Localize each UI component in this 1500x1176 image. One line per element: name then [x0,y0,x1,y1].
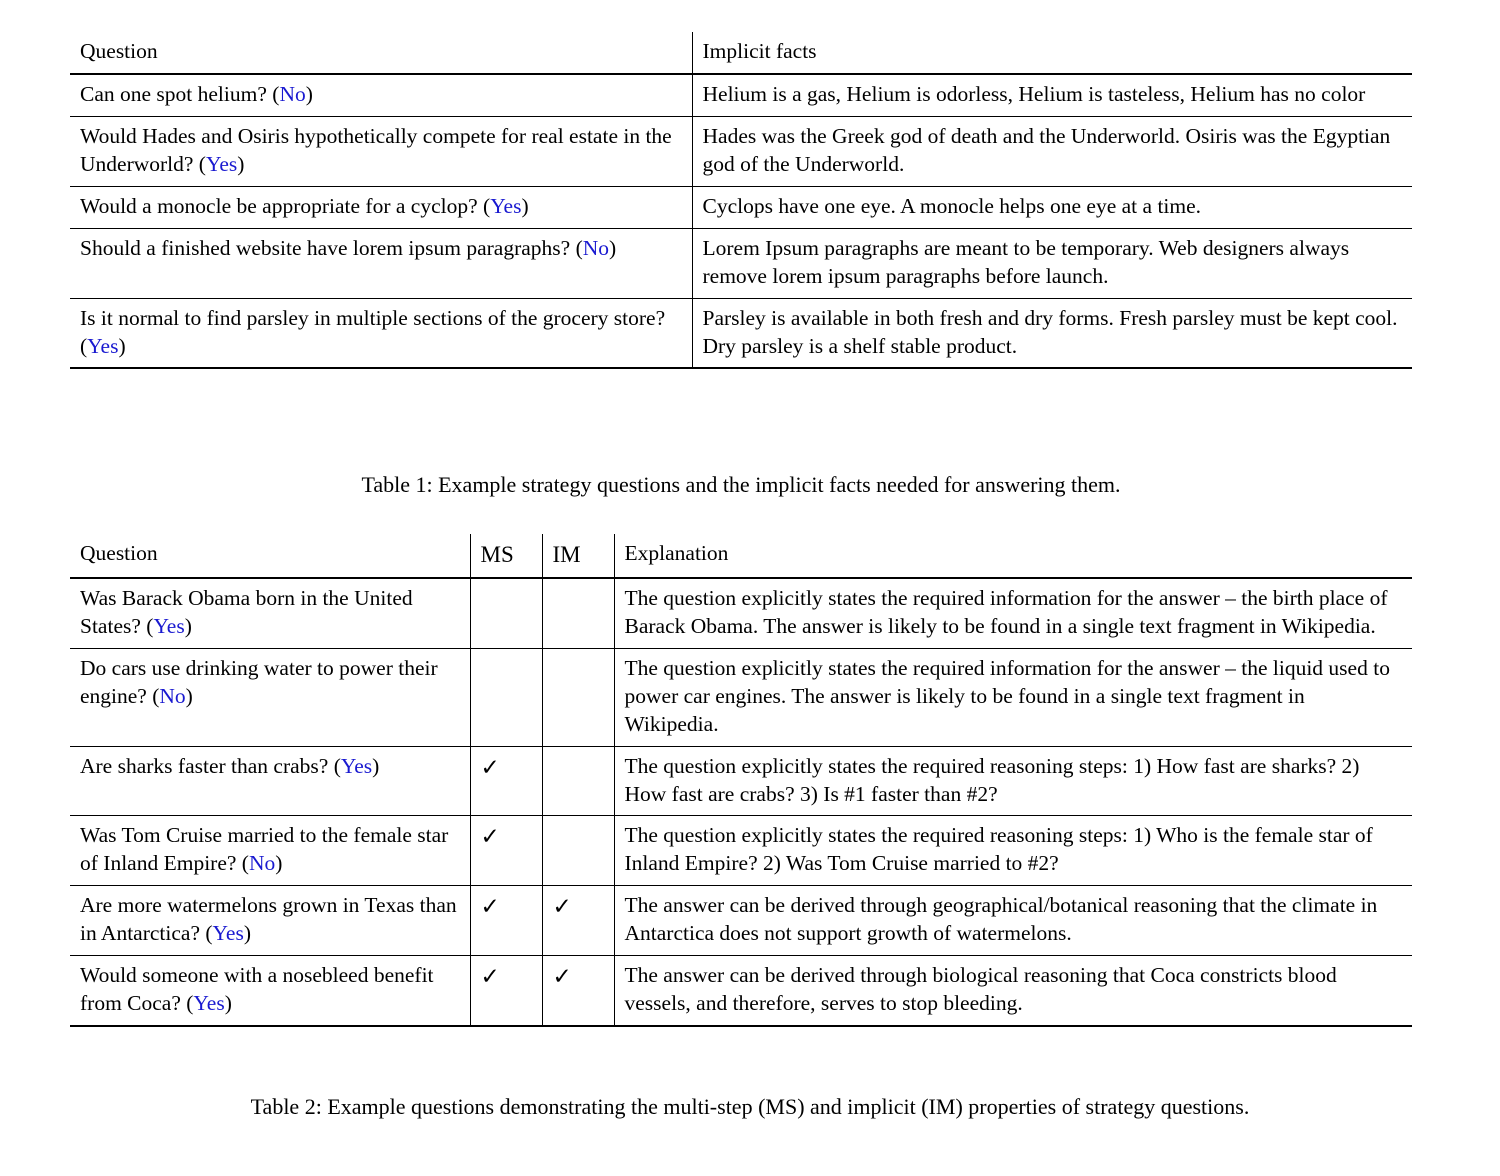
question-tail: ) [521,193,529,218]
table-row: Was Tom Cruise married to the female sta… [70,815,1412,886]
table-1-body: Can one spot helium? (No) Helium is a ga… [70,73,1412,369]
question-text: Was Barack Obama born in the United Stat… [80,585,413,638]
answer-label: Yes [340,753,373,778]
checkmark-icon-ms [469,648,542,747]
table-1-cell-facts: Lorem Ipsum paragraphs are meant to be t… [691,228,1412,299]
answer-label: No [248,851,276,876]
table-row: Should a finished website have lorem ips… [70,228,1412,299]
table-2-cell-explanation: The question explicitly states the requi… [613,577,1412,649]
question-text: Would someone with a nosebleed benefit f… [80,963,434,1016]
question-tail: ) [237,151,245,176]
table-1: Question Implicit facts Can one spot hel… [70,32,1412,369]
table-1-cell-facts: Cyclops have one eye. A monocle helps on… [691,186,1412,229]
question-text: Do cars use drinking water to power thei… [80,655,438,708]
table-1-cell-facts: Hades was the Greek god of death and the… [691,116,1412,187]
table-1-caption: Table 1: Example strategy questions and … [361,472,1121,497]
table-2-container: Question MS IM Explanation Was Barack Ob… [70,534,1412,1027]
table-row: Do cars use drinking water to power thei… [70,648,1412,747]
table-2-cell-question: Are more watermelons grown in Texas than… [70,886,470,956]
question-tail: ) [275,851,283,876]
table-1-cell-question: Is it normal to find parsley in multiple… [70,298,692,368]
question-text: Would Hades and Osiris hypothetically co… [80,123,672,176]
table-row: Is it normal to find parsley in multiple… [70,298,1412,369]
table-2-header-row: Question MS IM Explanation [70,534,1412,578]
checkmark-icon-im: ✓ [541,885,614,956]
table-1-cell-question: Would a monocle be appropriate for a cyc… [70,186,692,228]
table-1-cell-question: Would Hades and Osiris hypothetically co… [70,116,692,186]
checkmark-icon-im [541,815,614,886]
answer-label: Yes [490,193,522,218]
table-1-cell-facts: Parsley is available in both fresh and d… [691,298,1412,369]
checkmark-icon-im [541,648,614,747]
question-tail: ) [372,753,380,778]
question-tail: ) [185,683,193,708]
checkmark-icon-ms: ✓ [469,955,542,1027]
table-1-container: Question Implicit facts Can one spot hel… [70,32,1412,369]
answer-label: Yes [87,333,119,358]
table-1-header-row: Question Implicit facts [70,32,1412,74]
question-text: Is it normal to find parsley in multiple… [80,305,666,358]
answer-label: No [582,235,610,260]
answer-label: Yes [193,991,225,1016]
table-2-header-im: IM [541,534,614,578]
question-text: Are more watermelons grown in Texas than… [80,893,457,946]
question-tail: ) [118,333,126,358]
paper-page: Question Implicit facts Can one spot hel… [0,0,1500,1176]
table-2-cell-question: Are sharks faster than crabs? (Yes) [70,746,470,816]
answer-label: Yes [212,921,244,946]
table-row: Can one spot helium? (No) Helium is a ga… [70,73,1412,117]
question-tail: ) [243,921,251,946]
question-tail: ) [184,613,192,638]
answer-label: No [159,683,186,708]
table-1-cell-question: Can one spot helium? (No) [70,74,692,116]
question-text: Are sharks faster than crabs? ( [80,753,341,778]
table-2-cell-explanation: The question explicitly states the requi… [613,815,1412,886]
answer-label: Yes [205,151,238,176]
table-2-cell-question: Was Barack Obama born in the United Stat… [70,578,470,648]
question-tail: ) [609,235,617,260]
table-2-cell-question: Was Tom Cruise married to the female sta… [70,816,470,886]
table-1-cell-facts: Helium is a gas, Helium is odorless, Hel… [691,73,1412,117]
table-2-cell-question: Do cars use drinking water to power thei… [70,648,470,746]
checkmark-icon-ms: ✓ [469,815,542,886]
question-text: Would a monocle be appropriate for a cyc… [80,193,491,218]
question-tail: ) [224,991,232,1016]
checkmark-icon-ms [469,577,542,649]
table-2-caption: Table 2: Example questions demonstrating… [250,1094,1250,1119]
answer-label: No [279,81,306,106]
table-row: Would Hades and Osiris hypothetically co… [70,116,1412,187]
table-row: Would a monocle be appropriate for a cyc… [70,186,1412,229]
question-text: Should a finished website have lorem ips… [80,235,583,260]
checkmark-icon-ms: ✓ [469,885,542,956]
table-row: Are more watermelons grown in Texas than… [70,885,1412,956]
table-2-cell-explanation: The answer can be derived through biolog… [613,955,1412,1027]
question-text: Can one spot helium? ( [80,81,280,106]
table-2-body: Was Barack Obama born in the United Stat… [70,577,1412,1027]
checkmark-icon-im [541,746,614,816]
checkmark-icon-im [541,577,614,649]
table-row: Was Barack Obama born in the United Stat… [70,577,1412,649]
table-2-cell-question: Would someone with a nosebleed benefit f… [70,956,470,1026]
table-2-head: Question MS IM Explanation [70,534,1412,578]
table-2-cell-explanation: The question explicitly states the requi… [613,746,1412,816]
table-2-header-explanation: Explanation [613,534,1412,578]
table-1-header-question: Question [80,39,158,63]
table-row: Are sharks faster than crabs? (Yes) ✓ Th… [70,746,1412,816]
table-1-head: Question Implicit facts [70,32,1412,74]
table-2-header-ms: MS [469,534,542,578]
answer-label: Yes [153,613,185,638]
table-2-header-question: Question [80,541,158,565]
question-tail: ) [305,81,313,106]
table-2: Question MS IM Explanation Was Barack Ob… [70,534,1412,1027]
table-2-cell-explanation: The question explicitly states the requi… [613,648,1412,747]
table-1-header-implicit-facts: Implicit facts [691,32,1412,74]
table-row: Would someone with a nosebleed benefit f… [70,955,1412,1027]
checkmark-icon-im: ✓ [541,955,614,1027]
table-1-cell-question: Should a finished website have lorem ips… [70,228,692,298]
checkmark-icon-ms: ✓ [469,746,542,816]
table-2-cell-explanation: The answer can be derived through geogra… [613,885,1412,956]
